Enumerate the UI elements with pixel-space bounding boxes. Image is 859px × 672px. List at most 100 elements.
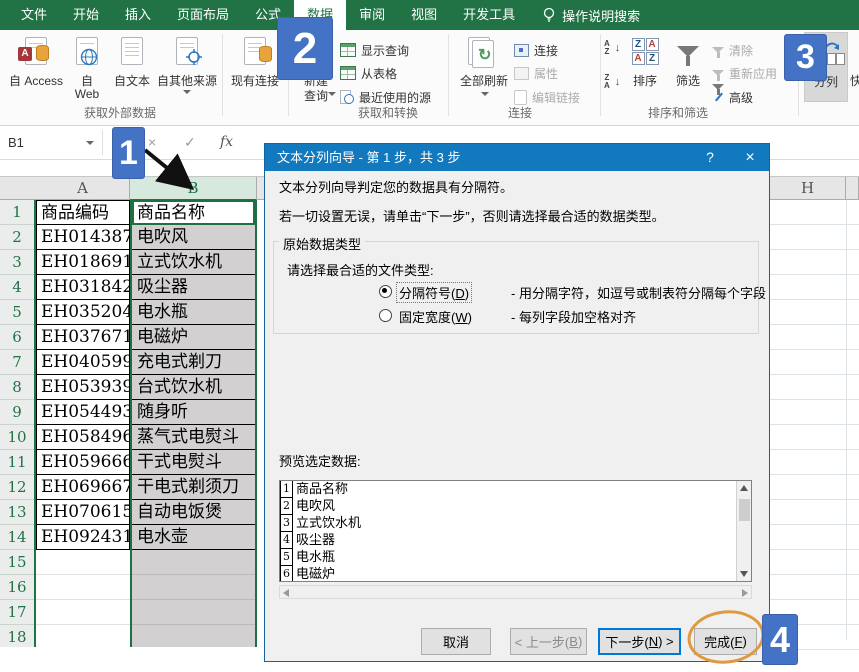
cell-b4[interactable]: 吸尘器 bbox=[132, 275, 255, 300]
cell-a14[interactable]: EH092431 bbox=[36, 525, 130, 550]
cancel-button[interactable]: 取消 bbox=[421, 628, 491, 655]
column-header-a[interactable]: A bbox=[36, 177, 130, 200]
tell-me-search[interactable]: 操作说明搜索 bbox=[542, 0, 640, 30]
cell-a6[interactable]: EH037671 bbox=[36, 325, 130, 350]
row-header[interactable]: 16 bbox=[0, 575, 34, 600]
cell-b16[interactable] bbox=[132, 575, 255, 600]
name-box-dropdown-icon[interactable] bbox=[86, 141, 94, 145]
properties-button[interactable]: 属性 bbox=[514, 63, 558, 83]
column-header-h[interactable]: H bbox=[770, 177, 846, 200]
tab-view[interactable]: 视图 bbox=[398, 0, 450, 30]
cell-b13[interactable]: 自动电饭煲 bbox=[132, 500, 255, 525]
row-header[interactable]: 1 bbox=[0, 200, 34, 225]
dialog-help-button[interactable]: ? bbox=[695, 144, 725, 171]
cell-b12[interactable]: 干电式剃须刀 bbox=[132, 475, 255, 500]
row-header[interactable]: 15 bbox=[0, 550, 34, 575]
scrollbar-thumb[interactable] bbox=[739, 499, 750, 521]
cell-a1[interactable]: 商品编码 bbox=[36, 200, 130, 225]
row-header[interactable]: 12 bbox=[0, 475, 34, 500]
fixed-width-radio-label[interactable]: 固定宽度(W) bbox=[397, 307, 474, 326]
cell-a11[interactable]: EH059666 bbox=[36, 450, 130, 475]
cell-b14[interactable]: 电水壶 bbox=[132, 525, 255, 550]
tab-review[interactable]: 审阅 bbox=[346, 0, 398, 30]
preview-horizontal-scrollbar[interactable] bbox=[279, 585, 752, 599]
row-header[interactable]: 18 bbox=[0, 625, 34, 647]
cell-a9[interactable]: EH054493 bbox=[36, 400, 130, 425]
cell-a16[interactable] bbox=[36, 575, 130, 600]
row-header[interactable]: 9 bbox=[0, 400, 34, 425]
back-button[interactable]: < 上一步(B) bbox=[510, 628, 587, 655]
sort-descending-button[interactable]: ZA ↓ bbox=[604, 72, 620, 92]
cancel-entry-icon[interactable]: × bbox=[148, 126, 156, 159]
from-table-button[interactable]: 从表格 bbox=[340, 63, 397, 83]
cell-b9[interactable]: 随身听 bbox=[132, 400, 255, 425]
row-header[interactable]: 14 bbox=[0, 525, 34, 550]
clear-filter-button[interactable]: 清除 bbox=[712, 40, 753, 60]
row-header[interactable]: 5 bbox=[0, 300, 34, 325]
cell-b2[interactable]: 电吹风 bbox=[132, 225, 255, 250]
cell-a13[interactable]: EH070615 bbox=[36, 500, 130, 525]
preview-vertical-scrollbar[interactable] bbox=[736, 481, 751, 581]
scroll-right-icon[interactable] bbox=[742, 589, 748, 597]
row-header[interactable]: 7 bbox=[0, 350, 34, 375]
show-queries-button[interactable]: 显示查询 bbox=[340, 40, 409, 60]
tab-page-layout[interactable]: 页面布局 bbox=[164, 0, 242, 30]
delimited-radio[interactable] bbox=[379, 285, 392, 298]
cell-a5[interactable]: EH035204 bbox=[36, 300, 130, 325]
column-header-b[interactable]: B bbox=[130, 177, 257, 201]
confirm-entry-icon[interactable]: ✓ bbox=[184, 126, 196, 159]
data-preview-box[interactable]: 1商品名称 2电吹风 3立式饮水机 4吸尘器 5电水瓶 6电磁炉 bbox=[279, 480, 752, 582]
cell-a17[interactable] bbox=[36, 600, 130, 625]
row-header[interactable]: 6 bbox=[0, 325, 34, 350]
scroll-down-icon[interactable] bbox=[740, 571, 748, 577]
tab-insert[interactable]: 插入 bbox=[112, 0, 164, 30]
row-header[interactable]: 10 bbox=[0, 425, 34, 450]
cell-a12[interactable]: EH069667 bbox=[36, 475, 130, 500]
existing-connections-button[interactable]: 现有连接 bbox=[226, 30, 284, 122]
cell-b3[interactable]: 立式饮水机 bbox=[132, 250, 255, 275]
cell-b11[interactable]: 干式电熨斗 bbox=[132, 450, 255, 475]
cell-b1-active[interactable]: 商品名称 bbox=[132, 200, 255, 225]
properties-label: 属性 bbox=[534, 65, 558, 82]
dialog-close-button[interactable]: × bbox=[735, 144, 765, 171]
delimited-radio-label[interactable]: 分隔符号(D) bbox=[397, 283, 471, 302]
tab-file[interactable]: 文件 bbox=[8, 0, 60, 30]
scroll-left-icon[interactable] bbox=[283, 589, 289, 597]
cell-b8[interactable]: 台式饮水机 bbox=[132, 375, 255, 400]
cell-a2[interactable]: EH014387 bbox=[36, 225, 130, 250]
cell-b10[interactable]: 蒸气式电熨斗 bbox=[132, 425, 255, 450]
cell-b7[interactable]: 充电式剃刀 bbox=[132, 350, 255, 375]
cell-a8[interactable]: EH053939 bbox=[36, 375, 130, 400]
tab-home[interactable]: 开始 bbox=[60, 0, 112, 30]
cell-a4[interactable]: EH031842 bbox=[36, 275, 130, 300]
connections-button[interactable]: 连接 bbox=[514, 40, 558, 60]
cell-a3[interactable]: EH018691 bbox=[36, 250, 130, 275]
row-header[interactable]: 4 bbox=[0, 275, 34, 300]
cell-b18[interactable] bbox=[132, 625, 255, 647]
cell-a15[interactable] bbox=[36, 550, 130, 575]
column-header-partial[interactable] bbox=[846, 177, 859, 200]
cell-a18[interactable] bbox=[36, 625, 130, 647]
reapply-filter-button[interactable]: 重新应用 bbox=[712, 63, 777, 83]
row-header[interactable]: 17 bbox=[0, 600, 34, 625]
cell-b5[interactable]: 电水瓶 bbox=[132, 300, 255, 325]
next-button[interactable]: 下一步(N) > bbox=[598, 628, 681, 655]
insert-function-icon[interactable]: fx bbox=[220, 126, 233, 159]
cell-b17[interactable] bbox=[132, 600, 255, 625]
dialog-title-bar[interactable]: 文本分列向导 - 第 1 步，共 3 步 bbox=[265, 144, 769, 171]
finish-button[interactable]: 完成(F) bbox=[694, 628, 757, 655]
row-header[interactable]: 3 bbox=[0, 250, 34, 275]
cell-a7[interactable]: EH040599 bbox=[36, 350, 130, 375]
row-header[interactable]: 11 bbox=[0, 450, 34, 475]
row-header[interactable]: 2 bbox=[0, 225, 34, 250]
cell-b15[interactable] bbox=[132, 550, 255, 575]
row-header[interactable]: 13 bbox=[0, 500, 34, 525]
cell-b6[interactable]: 电磁炉 bbox=[132, 325, 255, 350]
fixed-width-radio[interactable] bbox=[379, 309, 392, 322]
tab-developer[interactable]: 开发工具 bbox=[450, 0, 528, 30]
row-header[interactable]: 8 bbox=[0, 375, 34, 400]
name-box[interactable]: B1 bbox=[8, 126, 24, 159]
scroll-up-icon[interactable] bbox=[740, 485, 748, 491]
sort-ascending-button[interactable]: AZ ↓ bbox=[604, 38, 620, 58]
cell-a10[interactable]: EH058496 bbox=[36, 425, 130, 450]
